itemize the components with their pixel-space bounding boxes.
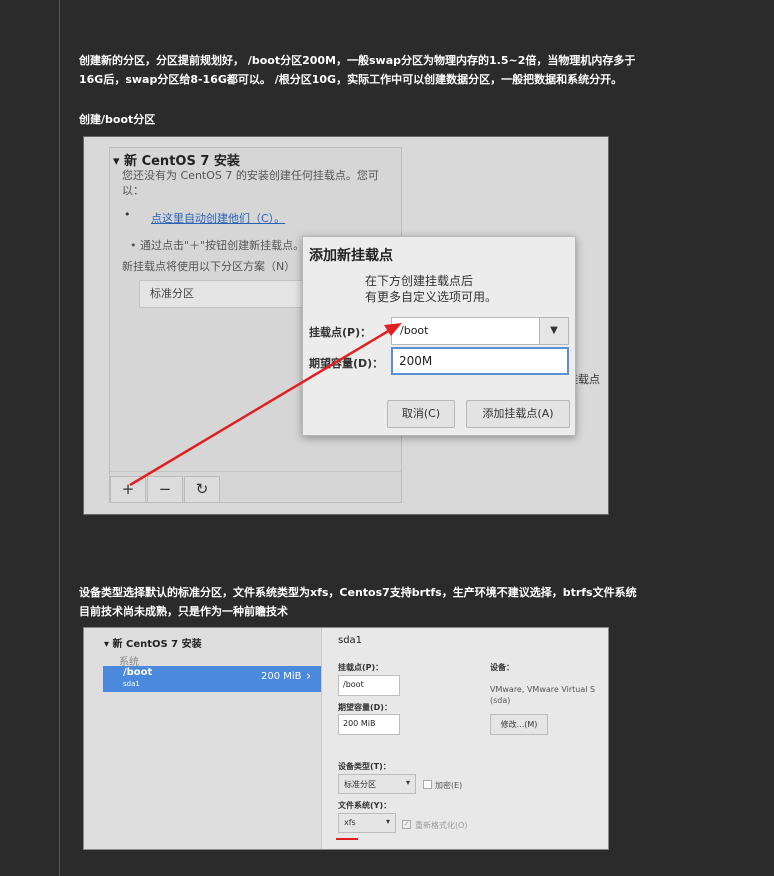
- filesystem-select[interactable]: xfs ▾: [338, 813, 396, 833]
- partition-name: /boot: [123, 667, 153, 678]
- mount-point-field[interactable]: /boot: [338, 675, 400, 696]
- device-label: 设备：: [490, 663, 514, 672]
- device-value: VMware, VMware Virtual S (sda): [490, 685, 596, 705]
- encrypt-checkbox[interactable]: [423, 780, 432, 789]
- modify-button[interactable]: 修改...(M): [490, 714, 548, 735]
- partition-row-boot[interactable]: /boot sda1 200 MiB ›: [103, 666, 321, 692]
- mount-point-label: 挂载点(P)：: [338, 663, 384, 672]
- partition-tree: ▾ 新 CentOS 7 安装 系统 /boot sda1 200 MiB ›: [84, 628, 322, 849]
- filesystem-label: 文件系统(Y)：: [338, 801, 392, 810]
- boot-heading: 创建/boot分区: [79, 113, 156, 126]
- capacity-field[interactable]: 200 MiB: [338, 714, 400, 735]
- chevron-down-icon: ▾: [385, 817, 390, 826]
- partition-size: 200 MiB: [261, 671, 302, 682]
- encrypt-label: 加密(E): [435, 781, 463, 790]
- device-type-label: 设备类型(T)：: [338, 762, 391, 771]
- intro-paragraph: 创建新的分区，分区提前规划好， /boot分区200M，一般swap分区为物理内…: [79, 54, 636, 86]
- content-left-border: [59, 0, 60, 876]
- screenshot-partition-details: ▾ 新 CentOS 7 安装 系统 /boot sda1 200 MiB › …: [83, 627, 609, 850]
- chevron-right-icon: ›: [306, 669, 312, 684]
- chevron-down-icon: ▾: [405, 778, 410, 787]
- filesystem-value: xfs: [344, 818, 356, 827]
- detail-heading: sda1: [338, 635, 363, 646]
- device-type-select[interactable]: 标准分区 ▾: [338, 774, 416, 794]
- device-type-paragraph: 设备类型选择默认的标准分区，文件系统类型为xfs，Centos7支持brtfs，…: [79, 586, 637, 618]
- partition-device: sda1: [123, 680, 140, 688]
- red-arrow-annotation: [129, 323, 402, 487]
- red-underline-annotation: [336, 838, 358, 840]
- screenshot-add-mount-point: ▾ 新 CentOS 7 安装 您还没有为 CentOS 7 的安装创建任何挂载…: [83, 136, 609, 515]
- capacity-label: 期望容量(D)：: [338, 703, 392, 712]
- tree-title: ▾ 新 CentOS 7 安装: [104, 639, 202, 650]
- reformat-label: 重新格式化(O): [415, 821, 468, 830]
- reformat-checkbox[interactable]: ✓: [402, 820, 411, 829]
- device-type-value: 标准分区: [344, 780, 376, 789]
